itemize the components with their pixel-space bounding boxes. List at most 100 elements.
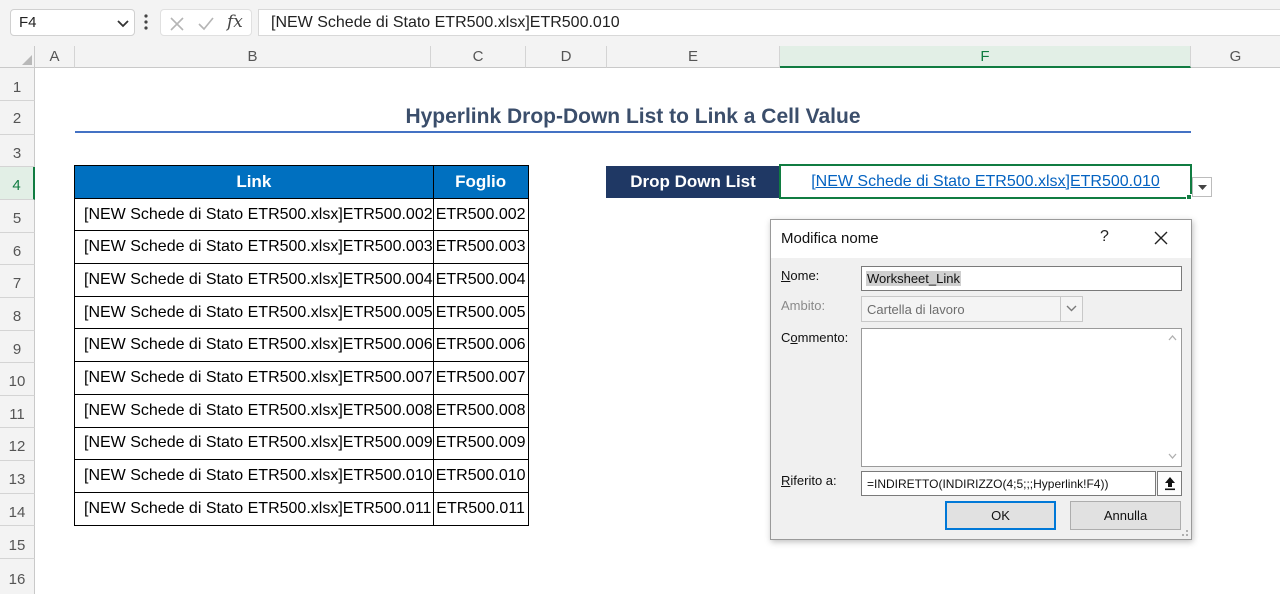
link-cell[interactable]: [NEW Schede di Stato ETR500.xlsx]ETR500.… bbox=[74, 263, 434, 297]
select-all-icon bbox=[22, 55, 32, 65]
row-header-11[interactable]: 11 bbox=[0, 396, 35, 428]
row-header-14[interactable]: 14 bbox=[0, 494, 35, 526]
triangle-down-icon bbox=[1198, 185, 1207, 190]
row-header-13[interactable]: 13 bbox=[0, 461, 35, 494]
table-row: [NEW Schede di Stato ETR500.xlsx]ETR500.… bbox=[74, 361, 529, 395]
link-cell[interactable]: [NEW Schede di Stato ETR500.xlsx]ETR500.… bbox=[74, 491, 434, 526]
riferito-input-value: =INDIRETTO(INDIRIZZO(4;5;;;Hyperlink!F4)… bbox=[867, 477, 1109, 491]
formula-buttons: fx bbox=[160, 9, 252, 36]
column-header-f[interactable]: F bbox=[780, 46, 1191, 68]
column-header-c[interactable]: C bbox=[431, 46, 526, 68]
riferito-label-text: iferito a: bbox=[790, 473, 837, 488]
sheet-cell[interactable]: ETR500.002 bbox=[432, 197, 529, 232]
row-header-4[interactable]: 4 bbox=[0, 167, 35, 200]
link-cell[interactable]: [NEW Schede di Stato ETR500.xlsx]ETR500.… bbox=[74, 393, 434, 428]
link-table: Link Foglio [NEW Schede di Stato ETR500.… bbox=[74, 165, 529, 526]
formula-input[interactable]: [NEW Schede di Stato ETR500.xlsx]ETR500.… bbox=[258, 9, 1280, 36]
table-row: [NEW Schede di Stato ETR500.xlsx]ETR500.… bbox=[74, 197, 529, 232]
sheet-cell[interactable]: ETR500.009 bbox=[432, 426, 529, 461]
insert-function-icon[interactable]: fx bbox=[227, 12, 243, 32]
row-header-16[interactable]: 16 bbox=[0, 559, 35, 594]
row-header-5[interactable]: 5 bbox=[0, 200, 35, 233]
table-row: [NEW Schede di Stato ETR500.xlsx]ETR500.… bbox=[74, 459, 529, 493]
column-header-g[interactable]: G bbox=[1191, 46, 1280, 68]
link-cell[interactable]: [NEW Schede di Stato ETR500.xlsx]ETR500.… bbox=[74, 459, 434, 493]
nome-input-value: Worksheet_Link bbox=[866, 271, 961, 286]
scroll-up-icon[interactable] bbox=[1168, 335, 1177, 341]
link-cell[interactable]: [NEW Schede di Stato ETR500.xlsx]ETR500.… bbox=[74, 230, 434, 265]
chevron-down-icon[interactable] bbox=[116, 16, 130, 30]
cancel-icon[interactable] bbox=[169, 16, 185, 32]
link-cell[interactable]: [NEW Schede di Stato ETR500.xlsx]ETR500.… bbox=[74, 328, 434, 363]
row-header-9[interactable]: 9 bbox=[0, 331, 35, 363]
table-row: [NEW Schede di Stato ETR500.xlsx]ETR500.… bbox=[74, 491, 529, 526]
column-header-e[interactable]: E bbox=[607, 46, 780, 68]
formula-text: [NEW Schede di Stato ETR500.xlsx]ETR500.… bbox=[271, 14, 620, 31]
table-row: [NEW Schede di Stato ETR500.xlsx]ETR500.… bbox=[74, 393, 529, 428]
nome-label-text: ome: bbox=[790, 268, 820, 283]
help-button[interactable]: ? bbox=[1100, 228, 1109, 246]
sheet-cell[interactable]: ETR500.008 bbox=[432, 393, 529, 428]
chevron-down-icon bbox=[1066, 305, 1077, 312]
commento-label-text: mmento: bbox=[797, 330, 849, 345]
link-cell[interactable]: [NEW Schede di Stato ETR500.xlsx]ETR500.… bbox=[74, 426, 434, 461]
ambito-value: Cartella di lavoro bbox=[867, 302, 965, 317]
row-header-15[interactable]: 15 bbox=[0, 526, 35, 559]
row-header-1[interactable]: 1 bbox=[0, 68, 35, 101]
sheet-cell[interactable]: ETR500.005 bbox=[432, 295, 529, 330]
name-box-value: F4 bbox=[19, 14, 37, 31]
row-header-8[interactable]: 8 bbox=[0, 298, 35, 331]
riferito-label: Riferito a: bbox=[781, 473, 837, 488]
link-cell[interactable]: [NEW Schede di Stato ETR500.xlsx]ETR500.… bbox=[74, 295, 434, 330]
select-all-corner[interactable] bbox=[0, 46, 35, 68]
table-row: [NEW Schede di Stato ETR500.xlsx]ETR500.… bbox=[74, 263, 529, 297]
link-cell[interactable]: [NEW Schede di Stato ETR500.xlsx]ETR500.… bbox=[74, 361, 434, 395]
commento-label-accel: o bbox=[790, 330, 798, 345]
row-header-6[interactable]: 6 bbox=[0, 233, 35, 265]
row-header-12[interactable]: 12 bbox=[0, 428, 35, 461]
row-header-10[interactable]: 10 bbox=[0, 363, 35, 396]
dropdown-arrow-button[interactable] bbox=[1192, 177, 1212, 197]
scroll-down-icon[interactable] bbox=[1168, 453, 1177, 459]
table-row: [NEW Schede di Stato ETR500.xlsx]ETR500.… bbox=[74, 295, 529, 330]
sheet-cell[interactable]: ETR500.006 bbox=[432, 328, 529, 363]
cancel-button[interactable]: Annulla bbox=[1070, 501, 1181, 530]
column-header-d[interactable]: D bbox=[526, 46, 607, 68]
resize-grip-icon[interactable] bbox=[1179, 527, 1189, 537]
more-options-icon[interactable] bbox=[143, 12, 149, 32]
commento-scrollbar[interactable] bbox=[1163, 329, 1181, 466]
ok-button[interactable]: OK bbox=[945, 501, 1056, 530]
row-header-7[interactable]: 7 bbox=[0, 265, 35, 298]
commento-label: Commento: bbox=[781, 330, 848, 345]
dialog-title: Modifica nome bbox=[781, 230, 879, 247]
edit-name-dialog: Modifica nome ? Nome: Worksheet_Link Amb… bbox=[770, 219, 1192, 540]
column-header-a[interactable]: A bbox=[35, 46, 75, 68]
ambito-select[interactable]: Cartella di lavoro bbox=[861, 296, 1083, 322]
sheet-title: Hyperlink Drop-Down List to Link a Cell … bbox=[405, 105, 861, 128]
row-header-2[interactable]: 2 bbox=[0, 101, 35, 135]
commento-textarea[interactable] bbox=[861, 328, 1182, 467]
upload-arrow-icon bbox=[1165, 477, 1175, 491]
table-header-row: Link Foglio bbox=[74, 165, 529, 199]
nome-input[interactable]: Worksheet_Link bbox=[861, 266, 1182, 291]
sheet-cell[interactable]: ETR500.004 bbox=[432, 263, 529, 297]
collapse-dialog-button[interactable] bbox=[1157, 471, 1182, 496]
table-row: [NEW Schede di Stato ETR500.xlsx]ETR500.… bbox=[74, 328, 529, 363]
riferito-input[interactable]: =INDIRETTO(INDIRIZZO(4;5;;;Hyperlink!F4)… bbox=[861, 471, 1156, 496]
header-link[interactable]: Link bbox=[74, 165, 434, 199]
dropdown-cell-f4[interactable]: [NEW Schede di Stato ETR500.xlsx]ETR500.… bbox=[779, 164, 1192, 199]
row-header-3[interactable]: 3 bbox=[0, 135, 35, 167]
sheet-cell[interactable]: ETR500.010 bbox=[432, 459, 529, 493]
dropdown-hyperlink[interactable]: [NEW Schede di Stato ETR500.xlsx]ETR500.… bbox=[811, 173, 1160, 190]
link-cell[interactable]: [NEW Schede di Stato ETR500.xlsx]ETR500.… bbox=[74, 197, 434, 232]
column-header-b[interactable]: B bbox=[75, 46, 431, 68]
header-foglio[interactable]: Foglio bbox=[432, 165, 529, 199]
nome-label-accel: N bbox=[781, 268, 791, 283]
ambito-chevron[interactable] bbox=[1060, 297, 1082, 321]
sheet-cell[interactable]: ETR500.007 bbox=[432, 361, 529, 395]
sheet-cell[interactable]: ETR500.003 bbox=[432, 230, 529, 265]
check-icon[interactable] bbox=[197, 16, 215, 32]
close-icon[interactable] bbox=[1153, 230, 1169, 246]
sheet-cell[interactable]: ETR500.011 bbox=[432, 491, 529, 526]
name-box[interactable]: F4 bbox=[10, 9, 135, 36]
